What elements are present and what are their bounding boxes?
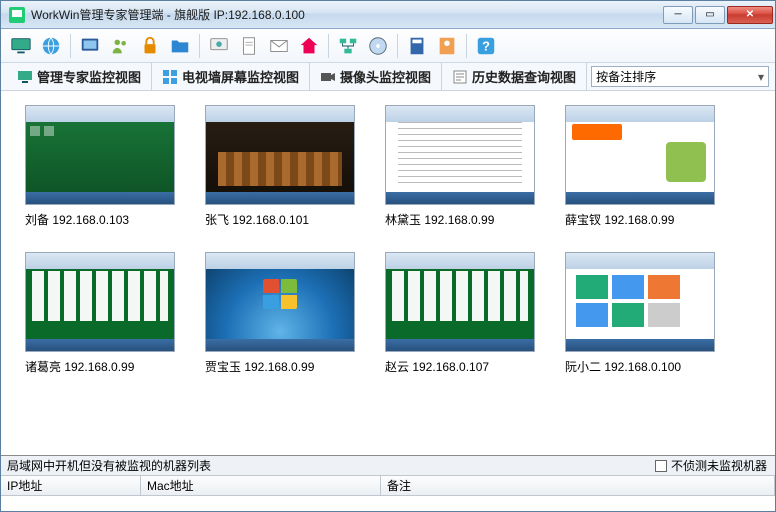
thumbnail-item[interactable]: 林黛玉 192.168.0.99 (385, 105, 535, 228)
thumbnail-item[interactable]: 贾宝玉 192.168.0.99 (205, 252, 355, 375)
thumbnail-label: 张飞 192.168.0.101 (205, 211, 355, 228)
thumbnail-item[interactable]: 赵云 192.168.0.107 (385, 252, 535, 375)
col-remark[interactable]: 备注 (381, 476, 775, 495)
col-ip[interactable]: IP地址 (1, 476, 141, 495)
thumbnail-screenshot (385, 105, 535, 205)
history-icon (452, 69, 468, 85)
window-title: WorkWin管理专家管理端 - 旗舰版 IP:192.168.0.100 (31, 6, 663, 23)
thumbnail-screenshot (25, 252, 175, 352)
minimize-button[interactable]: ─ (663, 6, 693, 24)
thumbnail-label: 薛宝钗 192.168.0.99 (565, 211, 715, 228)
checkbox-label: 不侦测未监视机器 (671, 457, 767, 474)
toolbar-network-icon[interactable] (334, 32, 362, 60)
view-tabs: 管理专家监控视图 电视墙屏幕监控视图 摄像头监控视图 历史数据查询视图 按备注排… (1, 63, 775, 91)
thumbnail-label: 刘备 192.168.0.103 (25, 211, 175, 228)
thumbnail-screenshot (385, 252, 535, 352)
thumbnail-screenshot (565, 105, 715, 205)
thumbnail-screenshot (205, 105, 355, 205)
unmonitored-title: 局域网中开机但没有被监视的机器列表 (1, 457, 655, 474)
toolbar-display-icon[interactable] (205, 32, 233, 60)
tab-label: 管理专家监控视图 (37, 67, 141, 86)
tab-label: 摄像头监控视图 (340, 67, 431, 86)
unmonitored-panel: 局域网中开机但没有被监视的机器列表 不侦测未监视机器 IP地址 Mac地址 备注 (1, 455, 775, 496)
checkbox-icon (655, 460, 667, 472)
close-button[interactable]: ✕ (727, 6, 773, 24)
toolbar-home-icon[interactable] (295, 32, 323, 60)
thumbnail-item[interactable]: 诸葛亮 192.168.0.99 (25, 252, 175, 375)
tab-history[interactable]: 历史数据查询视图 (442, 63, 587, 90)
thumbnail-screenshot (565, 252, 715, 352)
title-bar: WorkWin管理专家管理端 - 旗舰版 IP:192.168.0.100 ─ … (1, 1, 775, 29)
tab-label: 电视墙屏幕监控视图 (182, 67, 299, 86)
thumbnail-screenshot (25, 105, 175, 205)
col-mac[interactable]: Mac地址 (141, 476, 381, 495)
toolbar-monitor-icon[interactable] (7, 32, 35, 60)
thumbnail-label: 阮小二 192.168.0.100 (565, 358, 715, 375)
thumbnail-label: 诸葛亮 192.168.0.99 (25, 358, 175, 375)
toolbar-lock-icon[interactable] (136, 32, 164, 60)
monitor-icon (17, 69, 33, 85)
thumbnail-label: 林黛玉 192.168.0.99 (385, 211, 535, 228)
thumbnail-screenshot (205, 252, 355, 352)
grid-icon (162, 69, 178, 85)
thumbnail-label: 贾宝玉 192.168.0.99 (205, 358, 355, 375)
tab-camera[interactable]: 摄像头监控视图 (310, 63, 442, 90)
thumbnail-item[interactable]: 薛宝钗 192.168.0.99 (565, 105, 715, 228)
tab-tvwall[interactable]: 电视墙屏幕监控视图 (152, 63, 310, 90)
tab-label: 历史数据查询视图 (472, 67, 576, 86)
svg-text:?: ? (482, 38, 490, 53)
sort-dropdown[interactable]: 按备注排序 (591, 66, 769, 87)
toolbar-document-icon[interactable] (235, 32, 263, 60)
tab-expert-monitor[interactable]: 管理专家监控视图 (7, 63, 152, 90)
camera-icon (320, 69, 336, 85)
thumbnail-item[interactable]: 张飞 192.168.0.101 (205, 105, 355, 228)
toolbar-help-icon[interactable]: ? (472, 32, 500, 60)
disable-detect-checkbox[interactable]: 不侦测未监视机器 (655, 457, 775, 474)
app-icon (9, 7, 25, 23)
maximize-button[interactable]: ▭ (695, 6, 725, 24)
toolbar-mail-icon[interactable] (265, 32, 293, 60)
thumbnail-item[interactable]: 刘备 192.168.0.103 (25, 105, 175, 228)
toolbar-users-icon[interactable] (106, 32, 134, 60)
main-toolbar: ? (1, 29, 775, 63)
thumbnail-grid: 刘备 192.168.0.103 张飞 192.168.0.101 林黛玉 192.… (1, 91, 775, 455)
thumbnail-item[interactable]: 阮小二 192.168.0.100 (565, 252, 715, 375)
thumbnail-label: 赵云 192.168.0.107 (385, 358, 535, 375)
toolbar-contact-icon[interactable] (433, 32, 461, 60)
sort-selected: 按备注排序 (596, 68, 656, 85)
unmonitored-columns: IP地址 Mac地址 备注 (1, 476, 775, 496)
toolbar-disc-icon[interactable] (364, 32, 392, 60)
toolbar-screen-icon[interactable] (76, 32, 104, 60)
toolbar-globe-icon[interactable] (37, 32, 65, 60)
toolbar-folder-icon[interactable] (166, 32, 194, 60)
toolbar-book-icon[interactable] (403, 32, 431, 60)
